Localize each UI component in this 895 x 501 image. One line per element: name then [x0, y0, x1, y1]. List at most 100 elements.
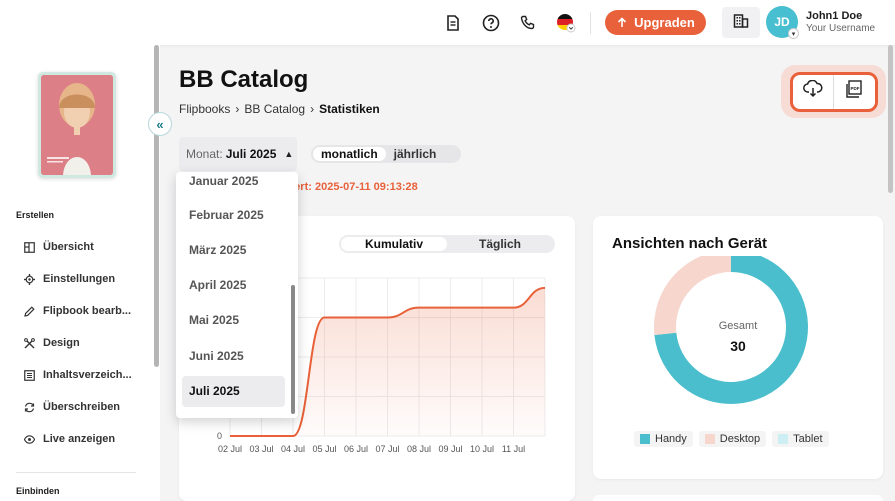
- sidebar-item-label: Überschreiben: [43, 401, 121, 413]
- sidebar-item-label: Einstellungen: [43, 273, 116, 285]
- device-legend: Handy Desktop Tablet: [634, 431, 829, 447]
- layout-icon: [24, 241, 35, 253]
- last-updated-value: 2025-07-11 09:13:28: [314, 181, 418, 193]
- breadcrumb-separator: ›: [310, 102, 315, 116]
- next-card: [593, 495, 883, 501]
- sidebar-item-label: Flipbook bearb...: [43, 305, 132, 317]
- x-tick-label: 05 Jul: [312, 444, 336, 454]
- breadcrumb-link-catalog[interactable]: BB Catalog: [244, 102, 305, 116]
- pdf-icon: PDF: [846, 80, 862, 103]
- x-tick-label: 04 Jul: [281, 444, 305, 454]
- pdf-export-button[interactable]: PDF: [833, 74, 875, 109]
- x-tick-label: 03 Jul: [249, 444, 273, 454]
- sidebar-item-label: Übersicht: [43, 241, 94, 253]
- building-icon: [733, 12, 749, 33]
- sidebar-item-design[interactable]: Design: [24, 334, 80, 352]
- sidebar-item-label: Design: [43, 337, 80, 349]
- legend-label: Tablet: [793, 433, 823, 445]
- pencil-icon: [24, 305, 35, 317]
- sidebar-scrollbar[interactable]: [154, 45, 159, 367]
- chevron-down-icon[interactable]: ▾: [788, 28, 799, 39]
- divider: [16, 472, 136, 473]
- month-select-prefix: Monat:: [186, 147, 223, 161]
- export-actions-inner: PDF: [789, 71, 878, 112]
- page-title: BB Catalog: [179, 66, 309, 93]
- month-option-selected[interactable]: Juli 2025: [182, 376, 285, 407]
- breadcrumb-link-flipbooks[interactable]: Flipbooks: [179, 102, 230, 116]
- legend-item-tablet[interactable]: Tablet: [772, 431, 829, 447]
- x-tick-label: 02 Jul: [218, 444, 242, 454]
- last-updated: siert: 2025-07-11 09:13:28: [285, 181, 418, 193]
- chevrons-left-icon: «: [156, 116, 164, 132]
- legend-swatch: [640, 434, 650, 444]
- sidebar-item-view-live[interactable]: Live anzeigen: [24, 430, 115, 448]
- sidebar: Erstellen Übersicht Einstellungen Flipbo…: [0, 45, 160, 501]
- x-tick-label: 08 Jul: [407, 444, 431, 454]
- document-icon[interactable]: [442, 12, 464, 34]
- donut-center-value: 30: [730, 338, 746, 354]
- month-dropdown: Januar 2025 Februar 2025 März 2025 April…: [176, 172, 298, 418]
- user-username: Your Username: [806, 23, 876, 34]
- month-option[interactable]: Februar 2025: [182, 200, 285, 231]
- x-tick-label: 10 Jul: [470, 444, 494, 454]
- svg-text:PDF: PDF: [851, 86, 860, 91]
- period-option-yearly[interactable]: jährlich: [386, 147, 445, 161]
- x-tick-label: 06 Jul: [344, 444, 368, 454]
- legend-label: Desktop: [719, 433, 761, 445]
- flipbook-cover-thumbnail[interactable]: [38, 72, 116, 178]
- device-views-card: Ansichten nach Gerät Gesamt 30 Handy Des…: [593, 216, 883, 479]
- breadcrumb-separator: ›: [235, 102, 240, 116]
- sidebar-item-edit-flipbook[interactable]: Flipbook bearb...: [24, 302, 131, 320]
- month-option[interactable]: Januar 2025: [182, 172, 285, 197]
- donut-chart: [654, 256, 808, 404]
- german-flag-icon[interactable]: [555, 12, 577, 34]
- help-icon[interactable]: [480, 12, 502, 34]
- user-name: John1 Doe: [806, 10, 863, 22]
- download-button[interactable]: [793, 75, 834, 109]
- cloud-download-icon: [802, 79, 823, 103]
- upgrade-button[interactable]: Upgraden: [605, 10, 706, 35]
- sidebar-item-settings[interactable]: Einstellungen: [24, 270, 115, 288]
- breadcrumb: Flipbooks › BB Catalog › Statistiken: [179, 102, 380, 116]
- section-heading-embed: Einbinden: [16, 486, 60, 496]
- x-tick-label: 09 Jul: [438, 444, 462, 454]
- page-scrollbar[interactable]: [888, 45, 893, 193]
- donut-center-label: Gesamt: [718, 320, 758, 332]
- sidebar-item-label: Inhaltsverzeich...: [43, 369, 132, 381]
- breadcrumb-current: Statistiken: [319, 102, 380, 116]
- divider: [590, 12, 591, 34]
- phone-icon[interactable]: [517, 12, 539, 34]
- sidebar-item-label: Live anzeigen: [43, 433, 116, 445]
- month-select[interactable]: Monat: Juli 2025 ▲: [179, 137, 297, 171]
- month-option[interactable]: Mai 2025: [182, 305, 285, 336]
- refresh-icon: [24, 402, 35, 413]
- top-bar: Upgraden JD ▾ John1 Doe Your Username: [0, 0, 895, 45]
- arrow-up-icon: [616, 17, 628, 29]
- device-chart-title: Ansichten nach Gerät: [612, 235, 768, 252]
- month-option[interactable]: April 2025: [182, 270, 285, 301]
- organization-button[interactable]: [722, 7, 760, 38]
- legend-label: Handy: [655, 433, 687, 445]
- dropdown-scrollbar[interactable]: [291, 285, 295, 414]
- export-actions: PDF: [781, 65, 886, 118]
- sidebar-item-overwrite[interactable]: Überschreiben: [24, 398, 120, 416]
- legend-item-mobile[interactable]: Handy: [634, 431, 693, 447]
- upgrade-label: Upgraden: [634, 15, 695, 30]
- section-heading-create: Erstellen: [16, 210, 55, 220]
- list-icon: [24, 369, 35, 381]
- eye-icon: [24, 434, 35, 445]
- caret-up-icon: ▲: [284, 149, 294, 159]
- design-icon: [24, 337, 35, 349]
- y-tick-label: 0: [217, 431, 222, 441]
- legend-swatch: [704, 434, 715, 444]
- cover-image: [41, 75, 113, 175]
- sidebar-item-table-of-contents[interactable]: Inhaltsverzeich...: [24, 366, 132, 384]
- x-tick-label: 11 Jul: [502, 444, 525, 454]
- legend-swatch: [778, 434, 789, 444]
- collapse-sidebar-button[interactable]: «: [148, 112, 172, 136]
- legend-item-desktop[interactable]: Desktop: [698, 431, 767, 447]
- month-option[interactable]: März 2025: [182, 235, 285, 266]
- month-option[interactable]: Juni 2025: [182, 341, 285, 372]
- sidebar-item-overview[interactable]: Übersicht: [24, 238, 94, 256]
- period-option-monthly[interactable]: monatlich: [313, 147, 386, 161]
